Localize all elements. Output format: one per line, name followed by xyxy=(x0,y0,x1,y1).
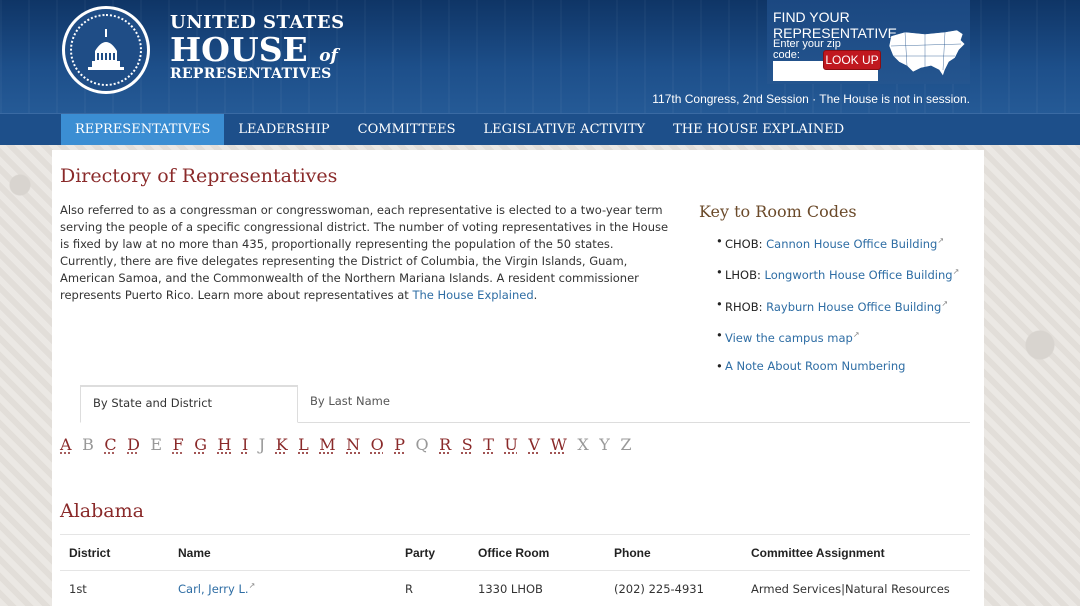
col-district: District xyxy=(60,535,169,571)
letter-v[interactable]: V xyxy=(528,435,540,454)
site-logo-text[interactable]: UNITED STATES HOUSE of REPRESENTATIVES xyxy=(170,14,345,81)
external-link-icon: ↗ xyxy=(853,330,860,339)
letter-y: Y xyxy=(599,435,610,454)
letter-m[interactable]: M xyxy=(319,435,335,454)
letter-w[interactable]: W xyxy=(550,435,566,454)
key-item-rhob: RHOB: Rayburn House Office Building↗ xyxy=(699,297,969,314)
house-explained-link[interactable]: The House Explained xyxy=(412,288,533,302)
key-code: RHOB: xyxy=(725,299,762,313)
letter-g[interactable]: G xyxy=(194,435,207,454)
intro-end: . xyxy=(534,288,538,302)
letter-r[interactable]: R xyxy=(439,435,451,454)
intro-text: Also referred to as a congressman or con… xyxy=(60,203,668,302)
letter-o[interactable]: O xyxy=(371,435,384,454)
page-title: Directory of Representatives xyxy=(60,165,337,187)
representatives-table: District Name Party Office Room Phone Co… xyxy=(60,534,970,606)
key-item-lhob: LHOB: Longworth House Office Building↗ xyxy=(699,265,969,282)
logo-of: of xyxy=(319,46,338,66)
letter-q: Q xyxy=(416,435,429,454)
cell-committee: Armed Services|Natural Resources xyxy=(742,571,970,606)
external-link-icon: ↗ xyxy=(941,299,948,308)
cannon-link[interactable]: Cannon House Office Building xyxy=(766,237,937,251)
us-map-icon[interactable] xyxy=(885,26,969,80)
letter-x: X xyxy=(577,435,588,454)
letter-e: E xyxy=(150,435,162,454)
table-header-row: District Name Party Office Room Phone Co… xyxy=(60,535,970,571)
letter-i[interactable]: I xyxy=(242,435,248,454)
cell-district: 1st xyxy=(60,571,169,606)
letter-s[interactable]: S xyxy=(462,435,473,454)
cell-name: Carl, Jerry L.↗ xyxy=(169,571,396,606)
nav-item-legislative-activity[interactable]: LEGISLATIVE ACTIVITY xyxy=(470,114,660,145)
letter-l[interactable]: L xyxy=(298,435,309,454)
table-row: 1st Carl, Jerry L.↗ R 1330 LHOB (202) 22… xyxy=(60,571,970,606)
tab-by-last-name[interactable]: By Last Name xyxy=(298,385,402,423)
logo-line-3: REPRESENTATIVES xyxy=(170,67,345,81)
letter-d[interactable]: D xyxy=(127,435,140,454)
room-numbering-link[interactable]: A Note About Room Numbering xyxy=(725,359,905,373)
site-header: UNITED STATES HOUSE of REPRESENTATIVES F… xyxy=(0,0,1080,113)
key-title: Key to Room Codes xyxy=(699,202,969,221)
letter-n[interactable]: N xyxy=(346,435,360,454)
key-code: LHOB: xyxy=(725,268,761,282)
col-party: Party xyxy=(396,535,469,571)
campus-map-link[interactable]: View the campus map xyxy=(725,331,853,345)
letter-t[interactable]: T xyxy=(483,435,494,454)
external-link-icon: ↗ xyxy=(937,236,944,245)
main-nav: REPRESENTATIVES LEADERSHIP COMMITTEES LE… xyxy=(0,113,1080,145)
letter-k[interactable]: K xyxy=(276,435,288,454)
col-office-room: Office Room xyxy=(469,535,605,571)
letter-j: J xyxy=(259,435,265,454)
key-item-room-numbering: A Note About Room Numbering xyxy=(699,359,969,373)
letter-u[interactable]: U xyxy=(504,435,517,454)
main-content: Directory of Representatives Also referr… xyxy=(52,150,984,606)
external-link-icon: ↗ xyxy=(249,581,256,590)
key-item-campus-map: View the campus map↗ xyxy=(699,328,969,345)
rayburn-link[interactable]: Rayburn House Office Building xyxy=(766,299,941,313)
letter-z: Z xyxy=(620,435,631,454)
col-phone: Phone xyxy=(605,535,742,571)
col-name: Name xyxy=(169,535,396,571)
state-heading: Alabama xyxy=(60,500,144,522)
logo-line-2: HOUSE of xyxy=(170,33,345,66)
nav-item-leadership[interactable]: LEADERSHIP xyxy=(224,114,343,145)
letter-a[interactable]: A xyxy=(60,435,72,454)
lookup-button[interactable]: LOOK UP xyxy=(823,50,881,70)
session-status: 117th Congress, 2nd Session · The House … xyxy=(652,92,970,106)
capitol-seal-icon[interactable] xyxy=(62,6,150,94)
nav-item-committees[interactable]: COMMITTEES xyxy=(344,114,470,145)
room-codes-key: Key to Room Codes CHOB: Cannon House Off… xyxy=(699,202,969,388)
letter-f[interactable]: F xyxy=(173,435,184,454)
intro-paragraph: Also referred to as a congressman or con… xyxy=(60,202,672,304)
letter-b: B xyxy=(82,435,94,454)
logo-house: HOUSE xyxy=(170,30,308,69)
key-code: CHOB: xyxy=(725,237,763,251)
external-link-icon: ↗ xyxy=(953,267,960,276)
alphabet-index: ABCDEFGHIJKLMNOPQRSTUVWXYZ xyxy=(60,435,642,454)
longworth-link[interactable]: Longworth House Office Building xyxy=(765,268,953,282)
nav-item-house-explained[interactable]: THE HOUSE EXPLAINED xyxy=(659,114,858,145)
tab-by-state[interactable]: By State and District xyxy=(80,385,298,423)
letter-h[interactable]: H xyxy=(217,435,231,454)
cell-party: R xyxy=(396,571,469,606)
directory-tabs: By State and District By Last Name xyxy=(80,385,970,423)
col-committee: Committee Assignment xyxy=(742,535,970,571)
letter-p[interactable]: P xyxy=(394,435,405,454)
find-representative-panel: FIND YOUR REPRESENTATIVE Enter your zip … xyxy=(767,0,970,84)
cell-phone: (202) 225-4931 xyxy=(605,571,742,606)
key-item-chob: CHOB: Cannon House Office Building↗ xyxy=(699,234,969,251)
cell-office-room: 1330 LHOB xyxy=(469,571,605,606)
nav-item-representatives[interactable]: REPRESENTATIVES xyxy=(61,114,224,145)
letter-c[interactable]: C xyxy=(104,435,116,454)
representative-link[interactable]: Carl, Jerry L. xyxy=(178,582,249,596)
